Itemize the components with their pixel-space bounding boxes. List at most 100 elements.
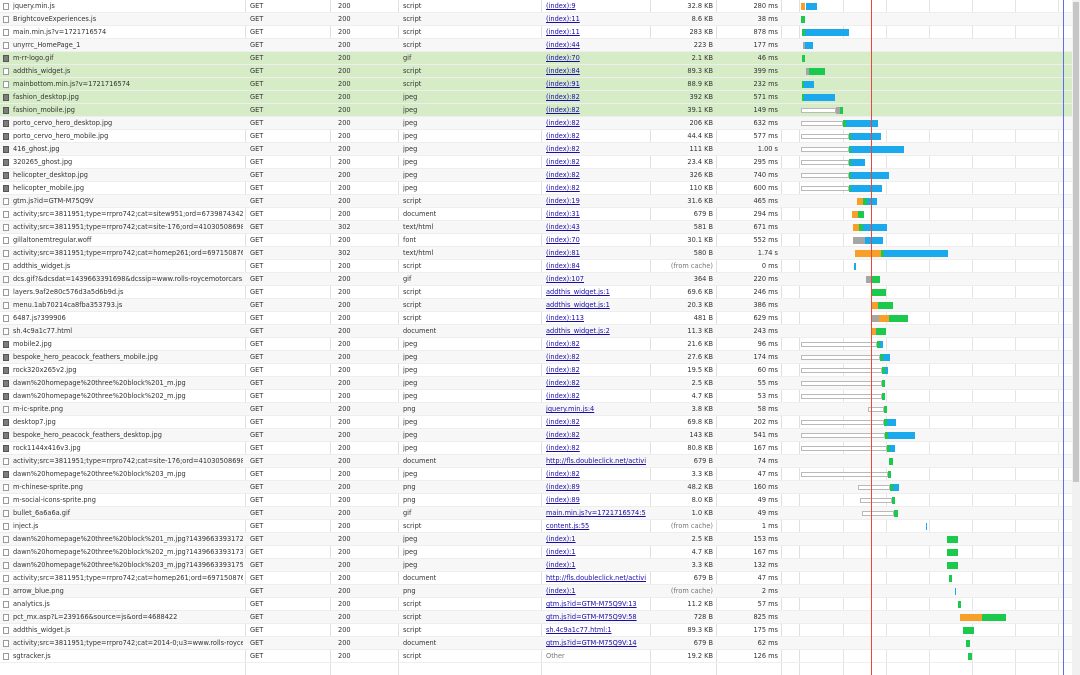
request-row[interactable]: sh.4c9a1c77.html GET 200 document addthis_wi… [0,325,1072,338]
request-row[interactable]: unyrrc_HomePage_1 GET 200 script (index):44 2… [0,39,1072,52]
request-name[interactable]: dawn%20homepage%20three%20block%203_m.jp… [13,468,243,481]
request-row[interactable]: dawn%20homepage%20three%20block%201_m.jp… [0,377,1072,390]
request-row[interactable]: bespoke_hero_peacock_feathers_mobile.jpg… [0,351,1072,364]
request-initiator[interactable]: jquery.min.js:4 [546,403,646,416]
request-initiator[interactable]: gtm.js?id=GTM-M75Q9V:58 [546,611,646,624]
request-name[interactable]: 320265_ghost.jpg [13,156,243,169]
request-row[interactable]: inject.js GET 200 script content.js:55 (from … [0,520,1072,533]
request-initiator[interactable]: (index):9 [546,0,646,13]
request-name[interactable]: bullet_6a6a6a.gif [13,507,243,520]
request-row[interactable]: m-ic-sprite.png GET 200 png jquery.min.js:4 3… [0,403,1072,416]
request-row[interactable]: fashion_desktop.jpg GET 200 jpeg (index):82 3… [0,91,1072,104]
request-initiator[interactable]: sh.4c9a1c77.html:1 [546,624,646,637]
request-row[interactable]: 320265_ghost.jpg GET 200 jpeg (index):82 23.4… [0,156,1072,169]
request-row[interactable]: layers.9af2e80c576d3a5d6b9d.js GET 200 scri… [0,286,1072,299]
request-initiator[interactable]: (index):84 [546,65,646,78]
request-initiator[interactable]: (index):82 [546,390,646,403]
request-initiator[interactable]: (index):44 [546,39,646,52]
request-name[interactable]: bespoke_hero_peacock_feathers_mobile.jpg [13,351,243,364]
request-name[interactable]: activity;src=3811951;type=rrpro742;cat=s… [13,221,243,234]
request-row[interactable]: dawn%20homepage%20three%20block%201_m.jp… [0,533,1072,546]
request-name[interactable]: menu.1ab70214ca8fba353793.js [13,299,243,312]
request-name[interactable]: analytics.js [13,598,243,611]
request-initiator[interactable]: (index):1 [546,559,646,572]
request-initiator[interactable]: (index):82 [546,91,646,104]
request-name[interactable]: addthis_widget.js [13,260,243,273]
request-name[interactable]: desktop7.jpg [13,416,243,429]
request-initiator[interactable]: http://fls.doubleclick.net/activit... [546,572,646,585]
request-name[interactable]: mainbottom.min.js?v=1721716574 [13,78,243,91]
request-row[interactable]: m-rr-logo.gif GET 200 gif (index):70 2.1 KB 46… [0,52,1072,65]
request-initiator[interactable]: (index):82 [546,442,646,455]
request-row[interactable]: gillaltonemtregular.woff GET 200 font (index… [0,234,1072,247]
request-row[interactable]: m-social-icons-sprite.png GET 200 png (index… [0,494,1072,507]
request-initiator[interactable]: main.min.js?v=1721716574:5 [546,507,646,520]
request-name[interactable]: addthis_widget.js [13,65,243,78]
request-initiator[interactable]: (index):82 [546,351,646,364]
request-row[interactable]: analytics.js GET 200 script gtm.js?id=GTM-M7… [0,598,1072,611]
request-name[interactable]: porto_cervo_hero_mobile.jpg [13,130,243,143]
request-name[interactable]: porto_cervo_hero_desktop.jpg [13,117,243,130]
request-name[interactable]: m-ic-sprite.png [13,403,243,416]
request-row[interactable]: dcs.gif?&dcsdat=1439663391698&dcssip=www… [0,273,1072,286]
request-name[interactable]: BrightcoveExperiences.js [13,13,243,26]
request-row[interactable]: addthis_widget.js GET 200 script sh.4c9a1c77… [0,624,1072,637]
request-initiator[interactable]: (index):82 [546,429,646,442]
request-initiator[interactable]: (index):82 [546,169,646,182]
request-name[interactable]: mobile2.jpg [13,338,243,351]
request-row[interactable]: 6487.js?399906 GET 200 script (index):113 481… [0,312,1072,325]
request-name[interactable]: m-chinese-sprite.png [13,481,243,494]
request-row[interactable]: activity;src=3811951;type=rrpro742;cat=s… [0,208,1072,221]
request-name[interactable]: dawn%20homepage%20three%20block%203_m.jp… [13,559,243,572]
request-name[interactable]: m-rr-logo.gif [13,52,243,65]
request-row[interactable]: rock320x265v2.jpg GET 200 jpeg (index):82 19.… [0,364,1072,377]
request-row[interactable]: addthis_widget.js GET 200 script (index):84 (… [0,260,1072,273]
request-row[interactable]: rock1144x416v3.jpg GET 200 jpeg (index):82 80… [0,442,1072,455]
request-initiator[interactable]: addthis_widget.js:1 [546,299,646,312]
request-initiator[interactable]: (index):1 [546,546,646,559]
request-name[interactable]: gillaltonemtregular.woff [13,234,243,247]
request-row[interactable]: dawn%20homepage%20three%20block%202_m.jp… [0,390,1072,403]
request-initiator[interactable]: (index):82 [546,117,646,130]
request-row[interactable]: m-chinese-sprite.png GET 200 png (index):89 4… [0,481,1072,494]
request-row[interactable]: activity;src=3811951;type=rrpro742;cat=s… [0,221,1072,234]
request-row[interactable]: dawn%20homepage%20three%20block%203_m.jp… [0,559,1072,572]
request-name[interactable]: main.min.js?v=1721716574 [13,26,243,39]
request-initiator[interactable]: (index):81 [546,247,646,260]
request-name[interactable]: addthis_widget.js [13,624,243,637]
request-name[interactable]: 416_ghost.jpg [13,143,243,156]
request-name[interactable]: dawn%20homepage%20three%20block%201_m.jp… [13,533,243,546]
request-initiator[interactable]: (index):89 [546,481,646,494]
request-name[interactable]: activity;src=3811951;type=rrpro742;cat=h… [13,572,243,585]
request-row[interactable]: activity;src=3811951;type=rrpro742;cat=s… [0,455,1072,468]
request-row[interactable]: main.min.js?v=1721716574 GET 200 script (ind… [0,26,1072,39]
request-initiator[interactable]: (index):89 [546,494,646,507]
request-initiator[interactable]: (index):82 [546,156,646,169]
request-initiator[interactable]: (index):11 [546,13,646,26]
request-name[interactable]: rock1144x416v3.jpg [13,442,243,455]
request-initiator[interactable]: (index):82 [546,377,646,390]
request-name[interactable]: sgtracker.js [13,650,243,663]
request-initiator[interactable]: (index):82 [546,416,646,429]
request-initiator[interactable]: gtm.js?id=GTM-M75Q9V:14 [546,637,646,650]
request-row[interactable]: activity;src=3811951;type=rrpro742;cat=h… [0,247,1072,260]
request-name[interactable]: dcs.gif?&dcsdat=1439663391698&dcssip=www… [13,273,243,286]
request-initiator[interactable]: (index):113 [546,312,646,325]
request-row[interactable]: helicopter_mobile.jpg GET 200 jpeg (index):8… [0,182,1072,195]
request-name[interactable]: gtm.js?id=GTM-M75Q9V [13,195,243,208]
request-name[interactable]: helicopter_desktop.jpg [13,169,243,182]
request-initiator[interactable]: content.js:55 [546,520,646,533]
request-row[interactable]: mainbottom.min.js?v=1721716574 GET 200 scri… [0,78,1072,91]
request-row[interactable]: jquery.min.js GET 200 script (index):9 32.8 K… [0,0,1072,13]
request-name[interactable]: arrow_blue.png [13,585,243,598]
request-row[interactable]: addthis_widget.js GET 200 script (index):84 8… [0,65,1072,78]
request-initiator[interactable]: (index):70 [546,234,646,247]
request-initiator[interactable]: (index):82 [546,338,646,351]
request-name[interactable]: activity;src=3811951;type=rrpro742;cat=s… [13,455,243,468]
request-name[interactable]: rock320x265v2.jpg [13,364,243,377]
request-initiator[interactable]: (index):82 [546,182,646,195]
request-row[interactable]: gtm.js?id=GTM-M75Q9V GET 200 script (index):… [0,195,1072,208]
request-initiator[interactable]: (index):107 [546,273,646,286]
scrollbar-thumb[interactable] [1073,2,1079,482]
request-name[interactable]: fashion_desktop.jpg [13,91,243,104]
